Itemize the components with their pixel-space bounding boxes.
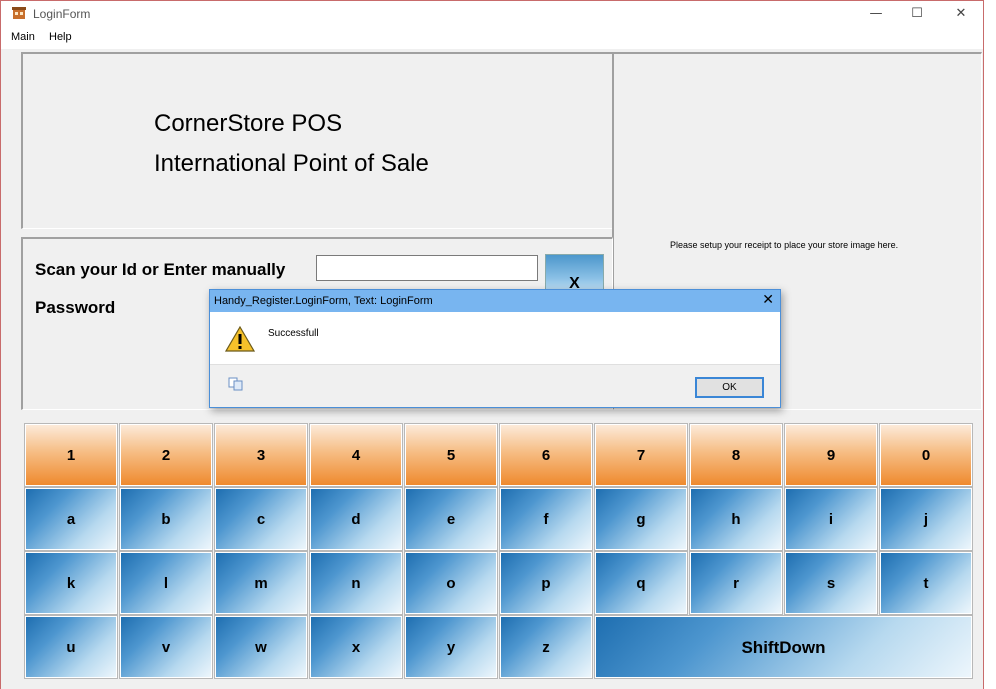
key-z[interactable]: z <box>499 615 593 679</box>
receipt-setup-message: Please setup your receipt to place your … <box>670 240 899 250</box>
register-icon <box>12 7 26 19</box>
maximize-button[interactable]: ☐ <box>895 1 939 27</box>
key-9[interactable]: 9 <box>784 423 878 487</box>
title-bar[interactable]: LoginForm — ☐ ✕ <box>1 1 983 27</box>
key-3[interactable]: 3 <box>214 423 308 487</box>
warning-icon <box>225 326 255 352</box>
dialog-footer: OK <box>210 364 780 407</box>
window-title: LoginForm <box>33 7 91 21</box>
key-j[interactable]: j <box>879 487 973 551</box>
password-label: Password <box>35 298 116 317</box>
on-screen-keypad: 1 2 3 4 5 6 7 8 9 0 a b c d e f g h i j … <box>23 422 975 679</box>
key-m[interactable]: m <box>214 551 308 615</box>
key-7[interactable]: 7 <box>594 423 688 487</box>
id-input[interactable] <box>316 255 538 281</box>
close-button[interactable]: ✕ <box>939 1 983 27</box>
id-label: Scan your Id or Enter manually <box>35 260 286 279</box>
dialog-body: Successfull <box>210 312 780 364</box>
brand-title: CornerStore POS <box>154 110 343 137</box>
key-l[interactable]: l <box>119 551 213 615</box>
key-i[interactable]: i <box>784 487 878 551</box>
key-0[interactable]: 0 <box>879 423 973 487</box>
key-r[interactable]: r <box>689 551 783 615</box>
brand-subtitle: International Point of Sale <box>154 150 429 177</box>
key-x[interactable]: x <box>309 615 403 679</box>
key-d[interactable]: d <box>309 487 403 551</box>
key-s[interactable]: s <box>784 551 878 615</box>
copy-icon[interactable] <box>228 377 244 391</box>
key-k[interactable]: k <box>24 551 118 615</box>
dialog-message: Successfull <box>268 328 319 339</box>
key-v[interactable]: v <box>119 615 213 679</box>
menu-bar: Main Help <box>1 27 983 49</box>
key-2[interactable]: 2 <box>119 423 213 487</box>
key-o[interactable]: o <box>404 551 498 615</box>
key-g[interactable]: g <box>594 487 688 551</box>
key-u[interactable]: u <box>24 615 118 679</box>
key-f[interactable]: f <box>499 487 593 551</box>
key-a[interactable]: a <box>24 487 118 551</box>
key-8[interactable]: 8 <box>689 423 783 487</box>
minimize-button[interactable]: — <box>854 1 898 27</box>
key-y[interactable]: y <box>404 615 498 679</box>
key-w[interactable]: w <box>214 615 308 679</box>
dialog-title: Handy_Register.LoginForm, Text: LoginFor… <box>214 295 433 307</box>
key-4[interactable]: 4 <box>309 423 403 487</box>
menu-help[interactable]: Help <box>49 31 72 43</box>
key-1[interactable]: 1 <box>24 423 118 487</box>
key-h[interactable]: h <box>689 487 783 551</box>
key-5[interactable]: 5 <box>404 423 498 487</box>
shift-down-key[interactable]: ShiftDown <box>594 615 973 679</box>
brand-panel: CornerStore POS International Point of S… <box>21 52 613 229</box>
key-q[interactable]: q <box>594 551 688 615</box>
key-6[interactable]: 6 <box>499 423 593 487</box>
key-b[interactable]: b <box>119 487 213 551</box>
key-p[interactable]: p <box>499 551 593 615</box>
key-t[interactable]: t <box>879 551 973 615</box>
menu-main[interactable]: Main <box>11 31 35 43</box>
dialog-close-button[interactable]: ✕ <box>762 292 774 308</box>
key-e[interactable]: e <box>404 487 498 551</box>
dialog-title-bar[interactable]: Handy_Register.LoginForm, Text: LoginFor… <box>210 290 780 312</box>
key-n[interactable]: n <box>309 551 403 615</box>
key-c[interactable]: c <box>214 487 308 551</box>
ok-button[interactable]: OK <box>695 377 764 398</box>
message-dialog: Handy_Register.LoginForm, Text: LoginFor… <box>209 289 781 408</box>
